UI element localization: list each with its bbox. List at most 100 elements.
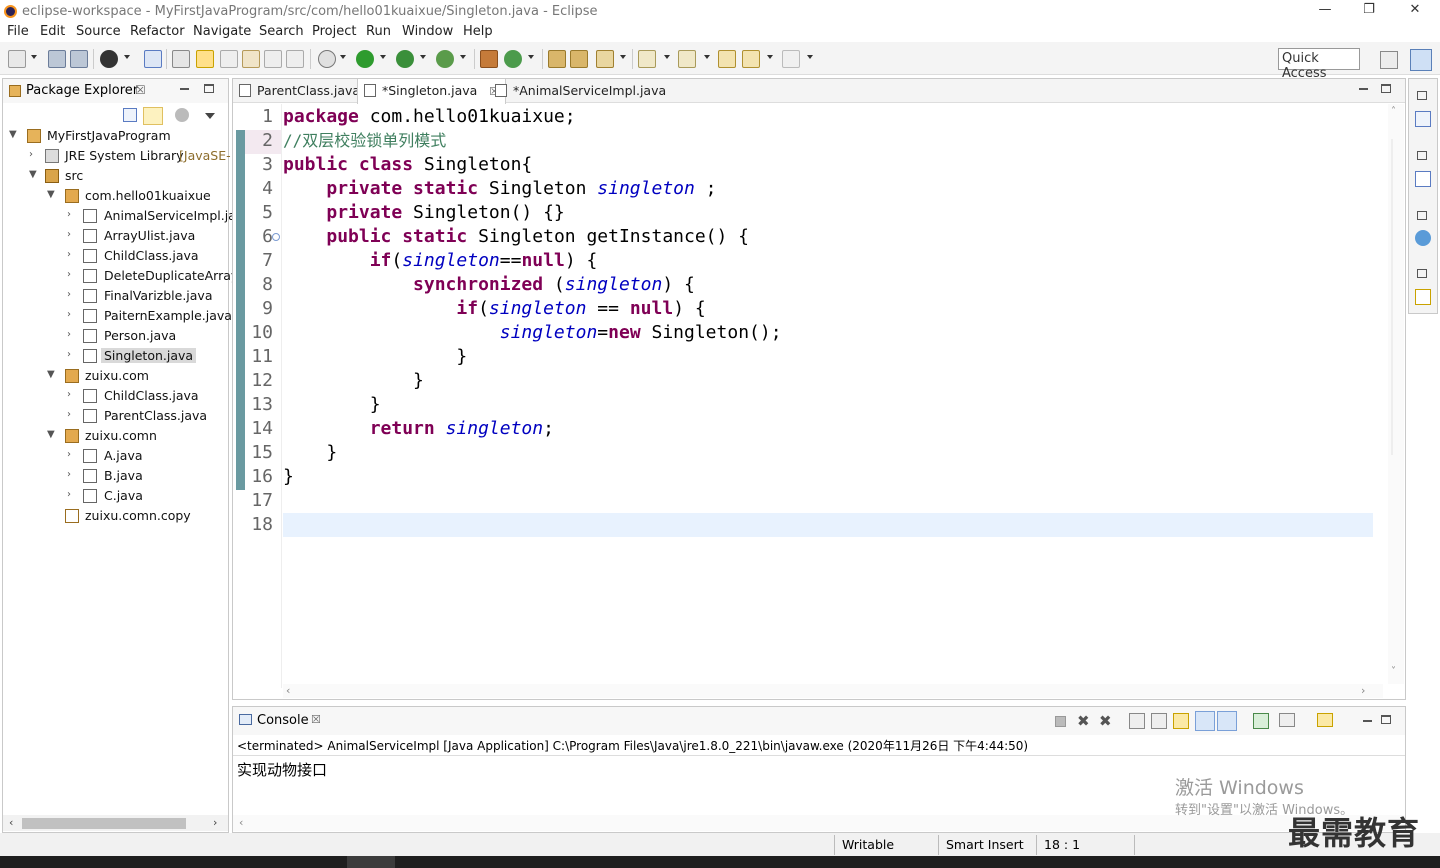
javadoc-icon[interactable]	[1415, 289, 1431, 305]
tree-file[interactable]: › B.java	[3, 466, 229, 486]
java-perspective-icon[interactable]	[1410, 49, 1432, 71]
outline-icon[interactable]	[1415, 111, 1431, 127]
code-line[interactable]: }	[283, 393, 381, 417]
scroll-right-icon[interactable]: ›	[1361, 684, 1365, 697]
restore-icon[interactable]	[1417, 151, 1427, 160]
hierarchy-icon[interactable]	[1415, 230, 1431, 246]
menu-window[interactable]: Window	[402, 24, 453, 39]
quick-access-input[interactable]: Quick Access	[1278, 48, 1360, 81]
code-line[interactable]: }	[283, 369, 424, 393]
scroll-left-icon[interactable]: ‹	[239, 816, 243, 829]
open-type-icon[interactable]	[172, 50, 190, 68]
tree-file[interactable]: › ParentClass.java	[3, 406, 229, 426]
tree-file[interactable]: › FinalVarizble.java	[3, 286, 229, 306]
code-line[interactable]: private Singleton() {}	[283, 201, 564, 225]
tree-package[interactable]: ▼ com.hello01kuaixue	[3, 186, 229, 206]
scroll-down-icon[interactable]: ˅	[1391, 666, 1396, 677]
tree-file[interactable]: › ArrayUlist.java	[3, 226, 229, 246]
skip-breakpoints-icon[interactable]	[144, 50, 162, 68]
scroll-right-icon[interactable]: ›	[213, 816, 217, 829]
restore-icon[interactable]	[1417, 211, 1427, 220]
tree-file-selected[interactable]: › Singleton.java	[3, 346, 229, 366]
open-console-icon[interactable]	[1317, 713, 1333, 727]
block-select-icon[interactable]	[286, 50, 304, 68]
close-button[interactable]: ✕	[1400, 2, 1430, 20]
open-task-icon[interactable]	[570, 50, 588, 68]
tree-file[interactable]: › PaiternExample.java	[3, 306, 232, 326]
menu-search[interactable]: Search	[259, 24, 304, 39]
tree-file[interactable]: › Person.java	[3, 326, 229, 346]
view-menu-icon[interactable]	[205, 113, 215, 119]
show-when-stdout-icon[interactable]	[1195, 711, 1215, 731]
tree-file[interactable]: › C.java	[3, 486, 229, 506]
highlight-icon[interactable]	[196, 50, 214, 68]
tree-package-empty[interactable]: zuixu.comn.copy	[3, 506, 229, 526]
minimize-editor-icon[interactable]	[1359, 88, 1368, 90]
tree-package[interactable]: ▼ zuixu.comn	[3, 426, 229, 446]
back-icon[interactable]	[742, 50, 760, 68]
menu-navigate[interactable]: Navigate	[193, 24, 251, 39]
pin-console-icon[interactable]	[1253, 713, 1269, 729]
restore-icon[interactable]	[1417, 269, 1427, 278]
link-with-editor-icon[interactable]	[143, 107, 163, 125]
show-when-stderr-icon[interactable]	[1217, 711, 1237, 731]
menu-source[interactable]: Source	[76, 24, 121, 39]
scroll-left-icon[interactable]: ‹	[286, 684, 290, 697]
code-line[interactable]: }	[283, 345, 467, 369]
debug-profile-icon[interactable]	[100, 50, 118, 68]
close-view-icon[interactable]: ☒	[311, 713, 321, 726]
word-wrap-icon[interactable]	[1151, 713, 1167, 729]
taskbar-app-slot[interactable]	[347, 856, 395, 868]
next-annotation-icon[interactable]	[638, 50, 656, 68]
code-line[interactable]: private static Singleton singleton ;	[283, 177, 716, 201]
new-java-project-icon[interactable]	[480, 50, 498, 68]
task-list-icon[interactable]	[1415, 171, 1431, 187]
tree-jre[interactable]: › JRE System Library [JavaSE-	[3, 146, 231, 166]
menu-file[interactable]: File	[7, 24, 29, 39]
search-icon[interactable]	[596, 50, 614, 68]
save-all-icon[interactable]	[70, 50, 88, 68]
remove-launch-icon[interactable]: ✖	[1077, 712, 1090, 730]
minimize-button[interactable]: —	[1310, 2, 1340, 20]
last-edit-icon[interactable]	[718, 50, 736, 68]
code-line[interactable]: return singleton;	[283, 417, 554, 441]
code-line[interactable]: singleton=new Singleton();	[283, 321, 782, 345]
menu-edit[interactable]: Edit	[40, 24, 65, 39]
external-tools-icon[interactable]	[242, 50, 260, 68]
coverage-icon[interactable]	[396, 50, 414, 68]
tab-singleton-active[interactable]: *Singleton.java ☒	[357, 79, 507, 104]
code-line[interactable]: public class Singleton{	[283, 153, 532, 177]
tree-file[interactable]: › A.java	[3, 446, 229, 466]
maximize-view-icon[interactable]	[1381, 715, 1391, 724]
show-when-output-icon[interactable]	[1173, 713, 1189, 729]
remove-all-icon[interactable]: ✖	[1099, 712, 1112, 730]
terminate-icon[interactable]	[1055, 716, 1066, 727]
external-run-icon[interactable]	[436, 50, 454, 68]
maximize-editor-icon[interactable]	[1381, 84, 1391, 93]
close-view-icon[interactable]: ☒	[135, 83, 146, 97]
menu-help[interactable]: Help	[463, 24, 493, 39]
open-perspective-icon[interactable]	[1380, 51, 1398, 69]
minimize-view-icon[interactable]	[180, 88, 189, 90]
open-folder-icon[interactable]	[548, 50, 566, 68]
tree-file[interactable]: › ChildClass.java	[3, 386, 229, 406]
new-icon[interactable]	[8, 50, 26, 68]
code-line[interactable]: public static Singleton getInstance() {	[283, 225, 749, 249]
tree-file[interactable]: › ChildClass.java	[3, 246, 229, 266]
tab-animalserviceimpl[interactable]: *AnimalServiceImpl.java	[489, 79, 672, 103]
horizontal-scrollbar[interactable]: ‹ ›	[3, 815, 228, 831]
horizontal-scrollbar[interactable]: ‹ ›	[283, 684, 1383, 698]
console-title[interactable]: Console	[257, 713, 309, 728]
scroll-lock-icon[interactable]	[1129, 713, 1145, 729]
menu-refactor[interactable]: Refactor	[130, 24, 185, 39]
tree-project[interactable]: ▼ MyFirstJavaProgram	[3, 126, 229, 146]
code-line[interactable]: if(singleton==null) {	[283, 249, 598, 273]
restore-icon[interactable]	[1417, 91, 1427, 100]
collapse-all-icon[interactable]	[123, 108, 137, 122]
maximize-view-icon[interactable]	[204, 84, 214, 93]
prev-annotation-icon[interactable]	[678, 50, 696, 68]
tab-parentclass[interactable]: ParentClass.java	[233, 79, 366, 103]
code-line[interactable]: //双层校验锁单列模式	[283, 129, 446, 153]
scroll-up-icon[interactable]: ˄	[1391, 106, 1396, 117]
status-insert-mode[interactable]: Smart Insert	[946, 837, 1024, 852]
